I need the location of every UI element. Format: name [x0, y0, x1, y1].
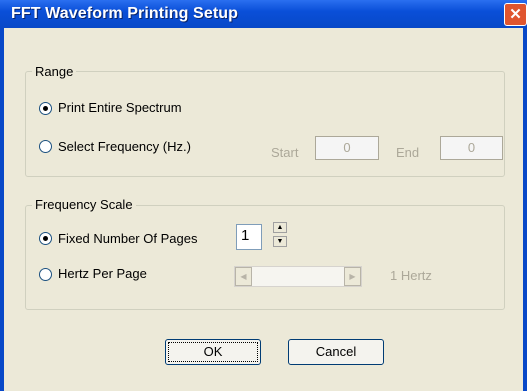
start-field[interactable]: 0 [315, 136, 379, 160]
spin-down-icon: ▼ [276, 238, 284, 245]
scroll-left-icon[interactable]: ◀ [235, 267, 252, 286]
select-frequency-radio[interactable] [39, 140, 52, 153]
spin-up-icon: ▲ [276, 224, 284, 231]
hertz-per-page-radio[interactable] [39, 268, 52, 281]
hertz-scrollbar[interactable]: ◀ ▶ [234, 266, 362, 287]
close-icon: ✕ [509, 6, 522, 23]
fixed-pages-radio[interactable] [39, 232, 52, 245]
frequency-scale-group [25, 205, 505, 310]
print-entire-label[interactable]: Print Entire Spectrum [58, 100, 182, 115]
start-label: Start [271, 145, 299, 160]
range-legend: Range [32, 64, 77, 79]
frequency-scale-legend: Frequency Scale [32, 197, 136, 212]
end-field[interactable]: 0 [440, 136, 503, 160]
pages-spinner-down[interactable]: ▼ [273, 236, 287, 247]
pages-spinner-up[interactable]: ▲ [273, 222, 287, 233]
title-bar[interactable]: FFT Waveform Printing Setup ✕ [0, 0, 527, 28]
close-button[interactable]: ✕ [504, 3, 527, 26]
range-group [25, 71, 505, 177]
cancel-button[interactable]: Cancel [288, 339, 384, 365]
hertz-per-page-label[interactable]: Hertz Per Page [58, 266, 147, 281]
select-frequency-label[interactable]: Select Frequency (Hz.) [58, 139, 191, 154]
window-frame-left [0, 28, 4, 391]
fixed-pages-label[interactable]: Fixed Number Of Pages [58, 231, 197, 246]
scroll-right-icon[interactable]: ▶ [344, 267, 361, 286]
pages-spinner-field[interactable]: 1 [236, 224, 262, 250]
hertz-value-label: 1 Hertz [390, 268, 432, 283]
end-label: End [396, 145, 420, 160]
ok-button[interactable]: OK [165, 339, 261, 365]
print-entire-radio[interactable] [39, 102, 52, 115]
window-title: FFT Waveform Printing Setup [11, 5, 238, 22]
window-frame-right [523, 28, 527, 391]
